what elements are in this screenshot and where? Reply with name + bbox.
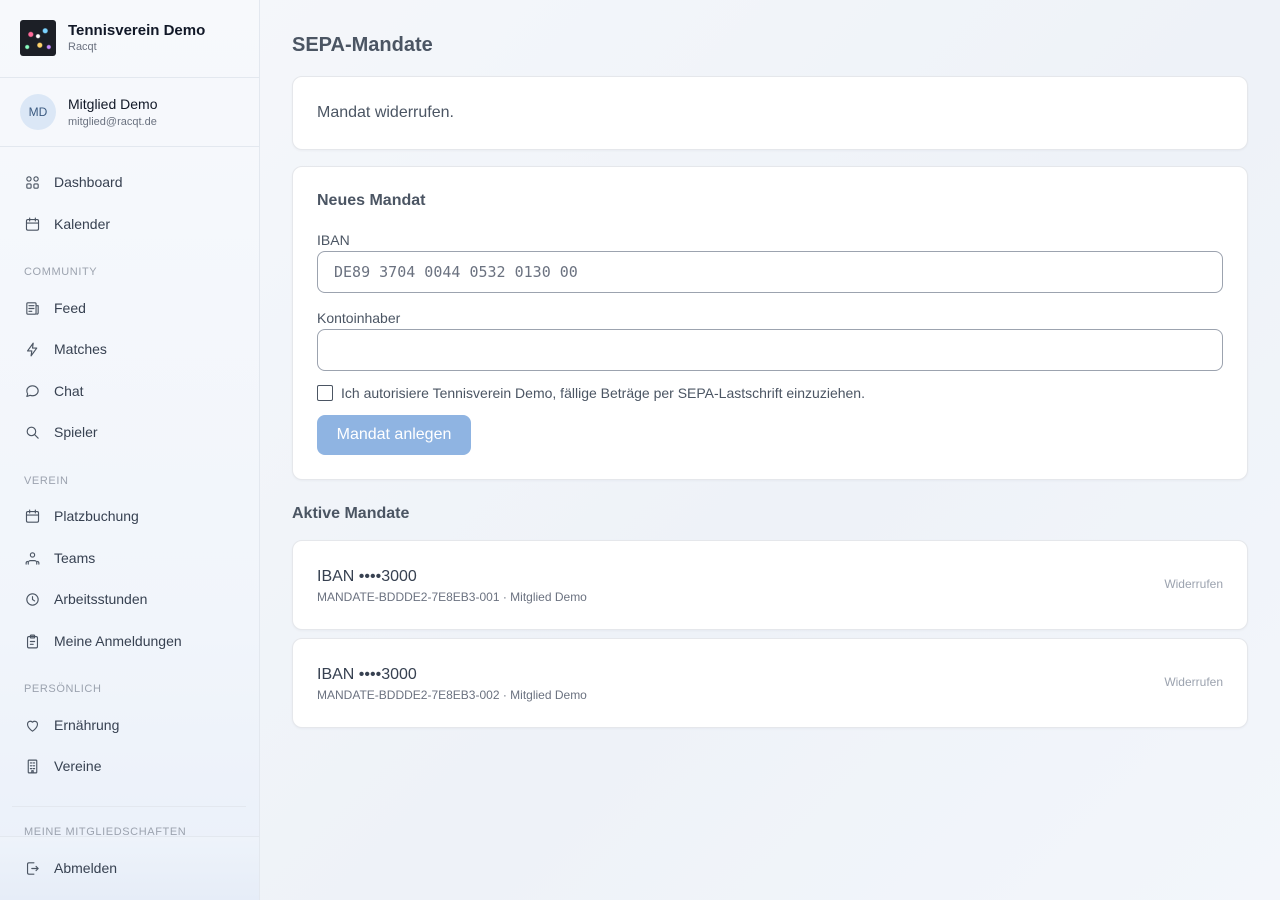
building-icon: [27, 759, 38, 773]
logout-button[interactable]: Abmelden: [24, 856, 244, 880]
iban-label: IBAN: [317, 232, 350, 248]
form-title: Neues Mandat: [317, 192, 426, 209]
sidebar-item-meine-anmeldungen[interactable]: Meine Anmeldungen: [24, 629, 244, 653]
mandate-reference: MANDATE-BDDDE2-7E8EB3-001 · Mitglied Dem…: [317, 590, 587, 604]
revoke-button[interactable]: Widerrufen: [1164, 577, 1223, 591]
consent-text: Ich autorisiere Tennisverein Demo, fälli…: [341, 385, 865, 401]
divider: [0, 77, 259, 78]
notice-text: Mandat widerrufen.: [317, 104, 454, 121]
active-mandates-title: Aktive Mandate: [292, 505, 410, 522]
sidebar-item-ernaehrung[interactable]: Ernährung: [24, 713, 244, 737]
status-notice: Mandat widerrufen.: [292, 76, 1248, 150]
calendar-icon: [25, 509, 40, 523]
sidebar-item-label: Kalender: [54, 216, 111, 232]
lightning-icon: [26, 342, 38, 356]
consent-checkbox[interactable]: [317, 385, 333, 401]
new-mandate-form: Neues Mandat IBAN Kontoinhaber Ich autor…: [292, 166, 1248, 480]
sidebar-item-matches[interactable]: Matches: [24, 337, 244, 361]
sidebar-item-label: Meine Anmeldungen: [54, 633, 182, 649]
sidebar-item-label: Vereine: [54, 758, 102, 774]
section-label-persoenlich: PERSÖNLICH: [24, 683, 102, 695]
heart-icon: [26, 720, 39, 732]
sidebar-item-label: Platzbuchung: [54, 508, 139, 524]
search-icon: [26, 426, 39, 439]
sidebar-item-label: Dashboard: [54, 174, 123, 190]
logout-label: Abmelden: [54, 860, 118, 876]
sidebar-item-platzbuchung[interactable]: Platzbuchung: [24, 504, 244, 528]
chat-icon: [26, 384, 39, 397]
sidebar-item-kalender[interactable]: Kalender: [24, 212, 244, 236]
revoke-button[interactable]: Widerrufen: [1164, 675, 1223, 689]
consent-row[interactable]: Ich autorisiere Tennisverein Demo, fälli…: [317, 385, 865, 401]
user-name: Mitglied Demo: [68, 96, 158, 112]
sidebar-item-chat[interactable]: Chat: [24, 379, 244, 403]
sidebar-item-arbeitsstunden[interactable]: Arbeitsstunden: [24, 587, 244, 611]
create-mandate-button[interactable]: Mandat anlegen: [317, 415, 471, 455]
sidebar-item-label: Arbeitsstunden: [54, 591, 148, 607]
iban-input[interactable]: [317, 251, 1223, 293]
calendar-icon: [25, 217, 40, 231]
divider: [0, 146, 259, 147]
brand[interactable]: Tennisverein Demo Racqt: [20, 20, 250, 56]
sidebar-item-dashboard[interactable]: Dashboard: [24, 170, 244, 194]
sidebar-footer: Abmelden: [0, 836, 259, 900]
section-label-community: COMMUNITY: [24, 266, 98, 278]
club-logo: [20, 20, 56, 56]
clipboard-icon: [26, 634, 39, 648]
sidebar-item-feed[interactable]: Feed: [24, 296, 244, 320]
sidebar-item-teams[interactable]: Teams: [24, 546, 244, 570]
mandate-iban: IBAN ••••3000: [317, 666, 417, 683]
logout-icon: [26, 861, 39, 875]
account-holder-label: Kontoinhaber: [317, 310, 401, 326]
account-holder-input[interactable]: [317, 329, 1223, 371]
sidebar: Tennisverein Demo Racqt MD Mitglied Demo…: [0, 0, 260, 900]
sidebar-item-spieler[interactable]: Spieler: [24, 420, 244, 444]
sidebar-item-label: Chat: [54, 383, 84, 399]
feed-icon: [26, 301, 39, 315]
sidebar-item-label: Teams: [54, 550, 96, 566]
page-title: SEPA-Mandate: [292, 34, 433, 56]
sidebar-item-label: Feed: [54, 300, 86, 316]
club-name: Tennisverein Demo: [68, 22, 206, 39]
user-email: mitglied@racqt.de: [68, 116, 157, 128]
mandate-iban: IBAN ••••3000: [317, 568, 417, 585]
section-label-verein: VEREIN: [24, 475, 69, 487]
sidebar-item-vereine[interactable]: Vereine: [24, 754, 244, 778]
dashboard-icon: [26, 175, 39, 189]
mandate-item: IBAN ••••3000 MANDATE-BDDDE2-7E8EB3-001 …: [292, 540, 1248, 630]
teams-icon: [25, 551, 40, 565]
mandate-item: IBAN ••••3000 MANDATE-BDDDE2-7E8EB3-002 …: [292, 638, 1248, 728]
avatar: MD: [20, 94, 56, 130]
sidebar-item-label: Matches: [54, 341, 107, 357]
clock-icon: [26, 592, 39, 606]
mandate-reference: MANDATE-BDDDE2-7E8EB3-002 · Mitglied Dem…: [317, 688, 587, 702]
user-profile[interactable]: MD Mitglied Demo mitglied@racqt.de: [20, 94, 250, 130]
sidebar-item-label: Ernährung: [54, 717, 120, 733]
divider: [12, 806, 246, 807]
sidebar-item-label: Spieler: [54, 424, 98, 440]
app-name: Racqt: [68, 41, 97, 53]
